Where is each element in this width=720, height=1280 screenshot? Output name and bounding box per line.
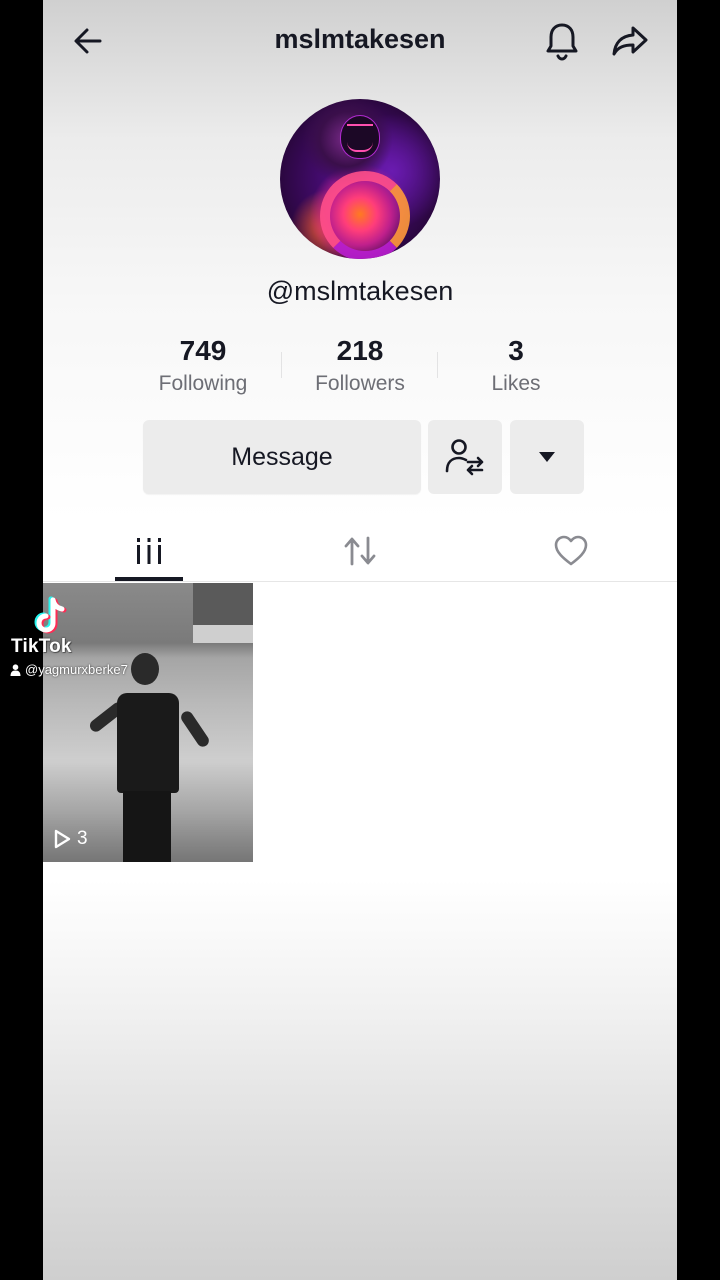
profile-stats: 749 Following 218 Followers 3 Likes <box>43 332 677 412</box>
view-count-text: 3 <box>77 828 88 849</box>
heart-icon <box>554 535 587 566</box>
profile-actions: Message <box>43 420 677 494</box>
watermark-brand: TikTok <box>11 636 72 657</box>
following-count: 749 <box>179 335 227 366</box>
avatar[interactable] <box>280 99 440 259</box>
grid-bars-icon <box>136 538 161 564</box>
tiktok-logo-icon <box>34 596 67 634</box>
notifications-button[interactable] <box>539 18 585 64</box>
active-tab-indicator <box>115 577 183 581</box>
friends-button[interactable] <box>428 420 502 494</box>
profile-username: @mslmtakesen <box>266 276 454 306</box>
tab-videos[interactable] <box>43 520 254 582</box>
bell-icon <box>546 23 578 61</box>
message-button[interactable]: Message <box>143 420 421 494</box>
tiktok-watermark: TikTok @yagmurxberke7 <box>8 596 178 686</box>
stat-following[interactable]: 749 Following <box>125 332 281 396</box>
stat-likes[interactable]: 3 Likes <box>438 332 594 396</box>
video-view-count: 3 <box>53 828 88 850</box>
followers-count: 218 <box>336 335 384 366</box>
stat-followers[interactable]: 218 Followers <box>282 332 438 396</box>
profile-tabs <box>43 520 677 582</box>
tab-liked[interactable] <box>465 520 676 582</box>
watermark-handle: @yagmurxberke7 <box>25 662 128 677</box>
play-outline-icon <box>54 829 71 849</box>
watermark-user: @yagmurxberke7 <box>10 662 128 677</box>
top-bar: mslmtakesen <box>43 0 677 82</box>
share-arrow-icon <box>612 26 648 56</box>
followers-label: Followers <box>315 372 405 395</box>
right-letterbox <box>677 0 720 1280</box>
share-button[interactable] <box>607 18 653 64</box>
likes-label: Likes <box>491 372 541 395</box>
user-switch-icon <box>445 439 484 476</box>
tab-reposts[interactable] <box>254 520 465 582</box>
following-label: Following <box>158 372 248 395</box>
likes-count: 3 <box>508 335 524 366</box>
more-options-button[interactable] <box>510 420 584 494</box>
person-icon <box>10 663 21 676</box>
repost-icon <box>344 536 375 566</box>
caret-down-icon <box>539 452 555 462</box>
